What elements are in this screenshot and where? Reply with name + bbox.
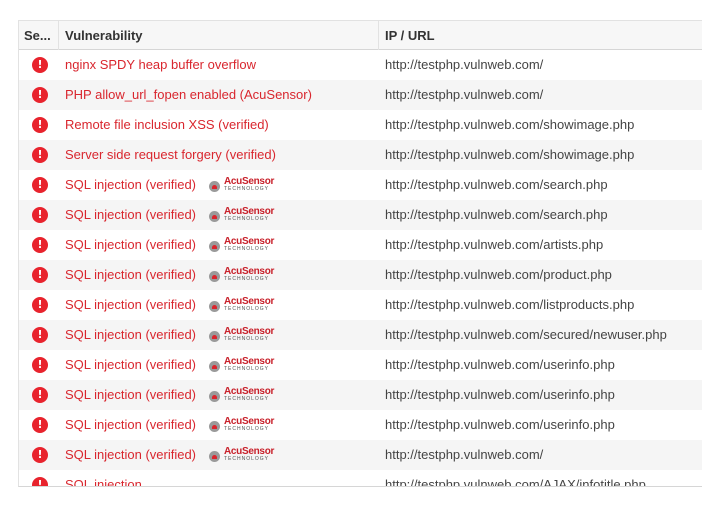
vulnerability-name-link[interactable]: SQL injection <box>65 470 142 486</box>
url-cell: http://testphp.vulnweb.com/listproducts.… <box>385 297 635 312</box>
acusensor-subtitle: TECHNOLOGY <box>224 186 270 192</box>
acusensor-subtitle: TECHNOLOGY <box>224 216 270 222</box>
table-row[interactable]: ! SQL injection (verified) AcuSensor TECHNO… <box>19 410 702 440</box>
vulnerability-name-link[interactable]: SQL injection (verified) <box>65 440 196 470</box>
acusensor-logo: AcuSensor TECHNOLOGY <box>209 177 279 192</box>
url-cell: http://testphp.vulnweb.com/ <box>385 57 544 72</box>
severity-high-icon: ! <box>32 87 48 103</box>
table-row[interactable]: ! Server side request forgery (verified) h… <box>19 140 702 170</box>
url-cell: http://testphp.vulnweb.com/search.php <box>385 177 608 192</box>
acusensor-icon <box>209 331 220 342</box>
acusensor-icon <box>209 181 220 192</box>
url-cell: http://testphp.vulnweb.com/userinfo.php <box>385 417 615 432</box>
column-header-url[interactable]: IP / URL <box>379 21 702 50</box>
table-row[interactable]: ! nginx SPDY heap buffer overflow http://t… <box>19 50 702 80</box>
severity-high-icon: ! <box>32 447 48 463</box>
severity-high-icon: ! <box>32 417 48 433</box>
vulnerability-name-link[interactable]: SQL injection (verified) <box>65 170 196 200</box>
acusensor-icon <box>209 271 220 282</box>
url-cell: http://testphp.vulnweb.com/secured/newus… <box>385 327 667 342</box>
vulnerability-name-link[interactable]: SQL injection (verified) <box>65 200 196 230</box>
table-row[interactable]: ! SQL injection (verified) AcuSensor TECHNO… <box>19 170 702 200</box>
vulnerability-name-link[interactable]: SQL injection (verified) <box>65 320 196 350</box>
vulnerability-name-link[interactable]: nginx SPDY heap buffer overflow <box>65 50 256 80</box>
table-row[interactable]: ! SQL injection (verified) AcuSensor TECHNO… <box>19 290 702 320</box>
severity-high-icon: ! <box>32 327 48 343</box>
acusensor-subtitle: TECHNOLOGY <box>224 276 270 282</box>
acusensor-logo: AcuSensor TECHNOLOGY <box>209 327 279 342</box>
table-row[interactable]: ! SQL injection (verified) AcuSensor TECHNO… <box>19 440 702 470</box>
table-row[interactable]: ! SQL injection (verified) AcuSensor TECHNO… <box>19 380 702 410</box>
vulnerability-name-link[interactable]: SQL injection (verified) <box>65 260 196 290</box>
severity-high-icon: ! <box>32 267 48 283</box>
acusensor-logo: AcuSensor TECHNOLOGY <box>209 357 279 372</box>
acusensor-icon <box>209 451 220 462</box>
acusensor-logo: AcuSensor TECHNOLOGY <box>209 267 279 282</box>
table-row[interactable]: ! SQL injection (verified) AcuSensor TECHNO… <box>19 230 702 260</box>
table-header: Se... Vulnerability IP / URL <box>19 20 702 50</box>
severity-high-icon: ! <box>32 207 48 223</box>
table-row[interactable]: ! SQL injection (verified) AcuSensor TECHNO… <box>19 320 702 350</box>
vulnerability-name-link[interactable]: Remote file inclusion XSS (verified) <box>65 110 269 140</box>
severity-high-icon: ! <box>32 117 48 133</box>
table-row[interactable]: ! PHP allow_url_fopen enabled (AcuSensor)… <box>19 80 702 110</box>
severity-high-icon: ! <box>32 357 48 373</box>
acusensor-subtitle: TECHNOLOGY <box>224 456 270 462</box>
acusensor-logo: AcuSensor TECHNOLOGY <box>209 447 279 462</box>
severity-high-icon: ! <box>32 477 48 486</box>
acusensor-logo: AcuSensor TECHNOLOGY <box>209 297 279 312</box>
acusensor-logo: AcuSensor TECHNOLOGY <box>209 417 279 432</box>
acusensor-subtitle: TECHNOLOGY <box>224 246 270 252</box>
acusensor-subtitle: TECHNOLOGY <box>224 336 270 342</box>
acusensor-subtitle: TECHNOLOGY <box>224 366 270 372</box>
table-row[interactable]: ! Remote file inclusion XSS (verified) htt… <box>19 110 702 140</box>
acusensor-logo: AcuSensor TECHNOLOGY <box>209 237 279 252</box>
acusensor-icon <box>209 301 220 312</box>
acusensor-subtitle: TECHNOLOGY <box>224 426 270 432</box>
url-cell: http://testphp.vulnweb.com/userinfo.php <box>385 387 615 402</box>
acusensor-subtitle: TECHNOLOGY <box>224 306 270 312</box>
acusensor-logo: AcuSensor TECHNOLOGY <box>209 207 279 222</box>
vulnerability-name-link[interactable]: SQL injection (verified) <box>65 350 196 380</box>
url-cell: http://testphp.vulnweb.com/ <box>385 447 544 462</box>
url-cell: http://testphp.vulnweb.com/showimage.php <box>385 147 635 162</box>
url-cell: http://testphp.vulnweb.com/ <box>385 87 544 102</box>
vulnerability-name-link[interactable]: SQL injection (verified) <box>65 230 196 260</box>
column-header-severity[interactable]: Se... <box>19 21 59 50</box>
severity-high-icon: ! <box>32 297 48 313</box>
severity-high-icon: ! <box>32 57 48 73</box>
vulnerability-name-link[interactable]: PHP allow_url_fopen enabled (AcuSensor) <box>65 80 312 110</box>
acusensor-icon <box>209 241 220 252</box>
column-header-vulnerability[interactable]: Vulnerability <box>59 21 379 50</box>
url-cell: http://testphp.vulnweb.com/userinfo.php <box>385 357 615 372</box>
acusensor-icon <box>209 421 220 432</box>
vulnerability-name-link[interactable]: SQL injection (verified) <box>65 290 196 320</box>
vulnerability-name-link[interactable]: SQL injection (verified) <box>65 380 196 410</box>
severity-high-icon: ! <box>32 237 48 253</box>
url-cell: http://testphp.vulnweb.com/search.php <box>385 207 608 222</box>
table-row[interactable]: ! SQL injection http://testphp.vulnweb.com… <box>19 470 702 487</box>
vulnerabilities-table: Se... Vulnerability IP / URL ! nginx SPDY… <box>18 20 702 487</box>
vulnerability-name-link[interactable]: SQL injection (verified) <box>65 410 196 440</box>
table-body: ! nginx SPDY heap buffer overflow http://t… <box>19 50 702 487</box>
acusensor-subtitle: TECHNOLOGY <box>224 396 270 402</box>
url-cell: http://testphp.vulnweb.com/showimage.php <box>385 117 635 132</box>
acusensor-logo: AcuSensor TECHNOLOGY <box>209 387 279 402</box>
table-row[interactable]: ! SQL injection (verified) AcuSensor TECHNO… <box>19 350 702 380</box>
severity-high-icon: ! <box>32 387 48 403</box>
url-cell: http://testphp.vulnweb.com/artists.php <box>385 237 604 252</box>
url-cell: http://testphp.vulnweb.com/product.php <box>385 267 612 282</box>
acusensor-icon <box>209 361 220 372</box>
acusensor-icon <box>209 211 220 222</box>
severity-high-icon: ! <box>32 177 48 193</box>
acusensor-icon <box>209 391 220 402</box>
table-row[interactable]: ! SQL injection (verified) AcuSensor TECHNO… <box>19 260 702 290</box>
url-cell: http://testphp.vulnweb.com/AJAX/infotitl… <box>385 477 646 487</box>
severity-high-icon: ! <box>32 147 48 163</box>
vulnerability-name-link[interactable]: Server side request forgery (verified) <box>65 140 276 170</box>
table-row[interactable]: ! SQL injection (verified) AcuSensor TECHNO… <box>19 200 702 230</box>
